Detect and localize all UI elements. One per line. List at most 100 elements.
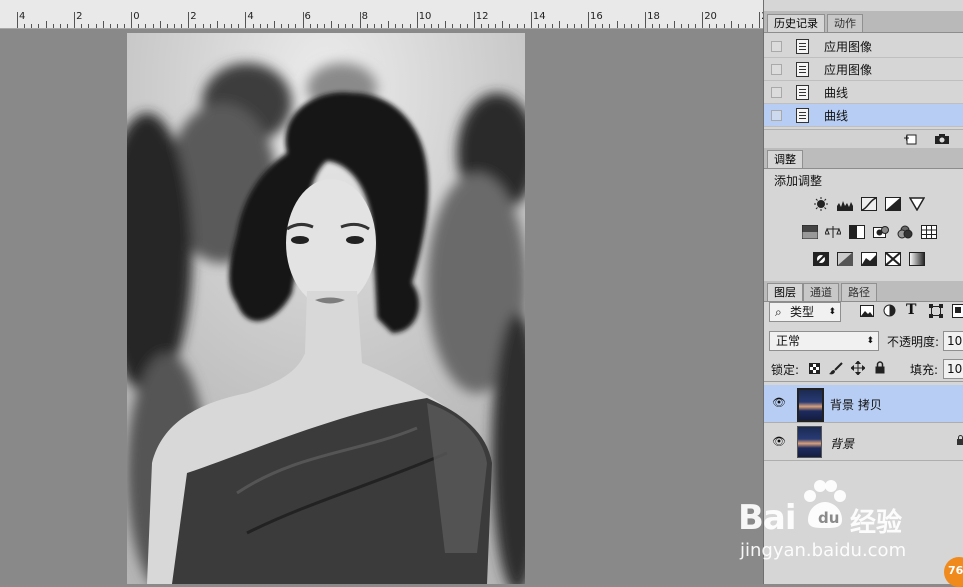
ruler-label: 4 xyxy=(247,11,253,22)
document-icon xyxy=(796,62,809,77)
brightness-icon[interactable] xyxy=(813,197,829,211)
ruler-tick xyxy=(231,24,232,28)
photo-filter-icon[interactable] xyxy=(873,225,889,239)
ruler-tick xyxy=(138,24,139,28)
hue-saturation-icon[interactable] xyxy=(802,225,818,239)
tab-adjustments[interactable]: 调整 xyxy=(767,150,803,168)
ruler-tick xyxy=(81,24,82,28)
ruler-tick xyxy=(602,24,603,28)
threshold-icon[interactable] xyxy=(861,252,877,266)
ruler-tick xyxy=(374,24,375,28)
ruler-tick xyxy=(224,24,225,28)
ruler-tick xyxy=(31,24,32,28)
gradient-map-icon[interactable] xyxy=(909,252,925,266)
smart-object-filter-icon[interactable] xyxy=(952,304,963,318)
history-item[interactable]: 应用图像 xyxy=(764,58,963,81)
ruler-tick xyxy=(274,21,275,28)
ruler-tick xyxy=(567,24,568,28)
exposure-icon[interactable] xyxy=(885,197,901,211)
ruler-label: 2 xyxy=(190,11,196,22)
ruler-tick xyxy=(674,21,675,28)
notification-badge[interactable]: 76 xyxy=(944,557,963,587)
horizontal-ruler[interactable]: 420246810121416182022 xyxy=(0,0,765,29)
layer-row-selected[interactable]: 👁 背景 拷贝 xyxy=(764,385,963,423)
adjustment-layer-filter-icon[interactable] xyxy=(883,304,896,317)
lock-image-pixels-brush-icon[interactable] xyxy=(829,362,843,375)
channel-mixer-icon[interactable] xyxy=(897,225,913,239)
history-item[interactable]: 应用图像 xyxy=(764,35,963,58)
fill-input[interactable]: 100 xyxy=(943,359,963,379)
ruler-tick xyxy=(324,24,325,28)
snapshot-checkbox[interactable] xyxy=(771,110,782,121)
shape-layer-filter-icon[interactable] xyxy=(929,304,943,318)
ruler-tick xyxy=(60,24,61,28)
tab-channels[interactable]: 通道 xyxy=(803,283,839,301)
selective-color-icon[interactable] xyxy=(885,252,901,266)
ruler-tick xyxy=(638,24,639,28)
posterize-icon[interactable] xyxy=(837,252,853,266)
ruler-tick xyxy=(531,12,532,28)
ruler-tick xyxy=(452,24,453,28)
ruler-tick xyxy=(431,24,432,28)
opacity-input[interactable]: 100 xyxy=(943,331,963,351)
snapshot-checkbox[interactable] xyxy=(771,41,782,52)
document-image[interactable] xyxy=(127,33,525,584)
black-white-icon[interactable] xyxy=(849,225,865,239)
levels-icon[interactable] xyxy=(837,197,853,211)
type-layer-filter-icon[interactable]: T xyxy=(906,302,916,318)
history-item[interactable]: 曲线 xyxy=(764,81,963,104)
color-lookup-icon[interactable] xyxy=(921,225,937,239)
ruler-tick xyxy=(395,24,396,28)
lock-transparent-pixels-icon[interactable] xyxy=(809,363,820,374)
color-balance-icon[interactable] xyxy=(825,225,841,239)
eye-icon[interactable]: 👁 xyxy=(772,437,786,447)
pixel-layer-filter-icon[interactable] xyxy=(860,305,874,317)
lock-all-icon[interactable] xyxy=(875,361,885,374)
grayscale-portrait-photo xyxy=(127,33,525,584)
blend-mode-value: 正常 xyxy=(776,332,800,350)
divider xyxy=(764,381,963,382)
ruler-tick xyxy=(559,21,560,28)
eye-icon[interactable]: 👁 xyxy=(772,398,786,408)
ruler-tick xyxy=(667,24,668,28)
blend-mode-select[interactable]: 正常 ⬍ xyxy=(769,331,879,351)
layer-filter-select[interactable]: ⌕ 类型 ⬍ xyxy=(769,302,841,322)
snapshot-checkbox[interactable] xyxy=(771,87,782,98)
ruler-tick xyxy=(188,12,189,28)
lock-position-move-icon[interactable] xyxy=(851,361,865,375)
ruler-tick xyxy=(588,12,589,28)
curves-icon[interactable] xyxy=(861,197,877,211)
filter-type-label: 类型 xyxy=(790,303,814,321)
new-document-from-state-icon[interactable] xyxy=(904,133,918,145)
invert-icon[interactable] xyxy=(813,252,829,266)
tab-paths[interactable]: 路径 xyxy=(841,283,877,301)
layer-row[interactable]: 👁 背景 xyxy=(764,423,963,461)
camera-icon[interactable] xyxy=(934,133,950,145)
ruler-tick xyxy=(174,24,175,28)
document-icon xyxy=(796,85,809,100)
vibrance-icon[interactable] xyxy=(909,197,925,211)
history-item-selected[interactable]: 曲线 xyxy=(764,104,963,127)
layer-name[interactable]: 背景 拷贝 xyxy=(830,396,882,413)
ruler-tick xyxy=(345,24,346,28)
updown-arrows-icon: ⬍ xyxy=(828,303,836,321)
ruler-tick xyxy=(724,24,725,28)
ruler-tick xyxy=(360,12,361,28)
ruler-tick xyxy=(260,24,261,28)
canvas-workspace[interactable] xyxy=(0,29,763,584)
tab-actions[interactable]: 动作 xyxy=(827,14,863,32)
ruler-tick xyxy=(317,24,318,28)
tab-layers[interactable]: 图层 xyxy=(767,283,803,301)
ruler-tick xyxy=(702,12,703,28)
svg-text:du: du xyxy=(818,509,839,527)
snapshot-checkbox[interactable] xyxy=(771,64,782,75)
tab-history[interactable]: 历史记录 xyxy=(767,14,825,32)
ruler-tick xyxy=(574,24,575,28)
ruler-label: 12 xyxy=(476,11,489,22)
layer-name[interactable]: 背景 xyxy=(830,435,854,452)
ruler-label: 18 xyxy=(647,11,660,22)
ruler-tick xyxy=(253,24,254,28)
history-tabbar: 历史记录 动作 xyxy=(764,11,963,33)
search-icon: ⌕ xyxy=(775,303,782,321)
ruler-tick xyxy=(502,21,503,28)
